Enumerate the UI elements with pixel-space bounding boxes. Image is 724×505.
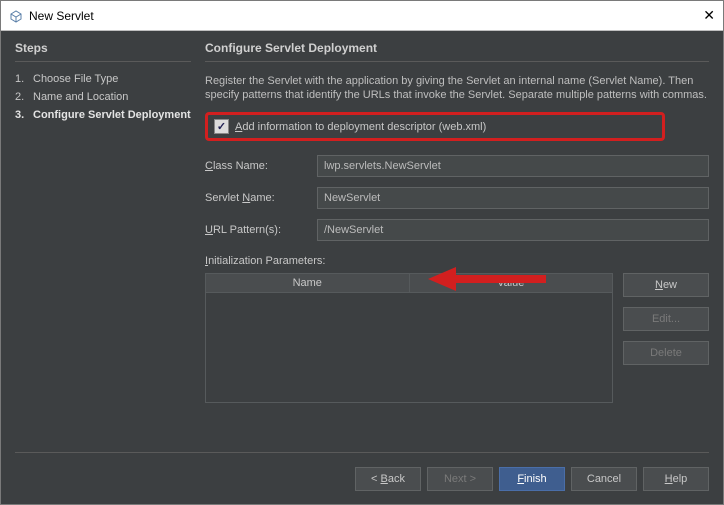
step-item: 1. Choose File Type (15, 72, 191, 86)
main-heading: Configure Servlet Deployment (205, 41, 709, 62)
step-item: 2. Name and Location (15, 90, 191, 104)
window-title: New Servlet (29, 9, 94, 23)
col-name: Name (206, 274, 410, 292)
servlet-name-input[interactable] (317, 187, 709, 209)
highlight-annotation: ✓ Add information to deployment descript… (205, 112, 665, 141)
init-params-table: Name Value (205, 273, 613, 403)
add-info-label: Add information to deployment descriptor… (235, 121, 486, 133)
class-name-row: Class Name: (205, 155, 709, 177)
init-params-row: Name Value New Edit... Delete (205, 273, 709, 403)
cancel-button[interactable]: Cancel (571, 467, 637, 491)
url-pattern-input[interactable] (317, 219, 709, 241)
class-name-label: Class Name: (205, 160, 317, 172)
servlet-name-label: Servlet Name: (205, 192, 317, 204)
table-body[interactable] (206, 293, 612, 402)
back-button[interactable]: < Back (355, 467, 421, 491)
url-pattern-label: URL Pattern(s): (205, 224, 317, 236)
titlebar: New Servlet ✕ (1, 1, 723, 31)
url-pattern-row: URL Pattern(s): (205, 219, 709, 241)
description-text: Register the Servlet with the applicatio… (205, 74, 709, 102)
finish-button[interactable]: Finish (499, 467, 565, 491)
step-item-current: 3. Configure Servlet Deployment (15, 108, 191, 122)
help-button[interactable]: Help (643, 467, 709, 491)
side-buttons: New Edit... Delete (623, 273, 709, 403)
class-name-input[interactable] (317, 155, 709, 177)
dialog-footer: < Back Next > Finish Cancel Help (15, 452, 709, 504)
delete-button[interactable]: Delete (623, 341, 709, 365)
main-panel: Configure Servlet Deployment Register th… (205, 41, 709, 452)
steps-heading: Steps (15, 41, 191, 62)
table-header: Name Value (206, 274, 612, 293)
close-icon[interactable]: ✕ (703, 7, 715, 24)
servlet-name-row: Servlet Name: (205, 187, 709, 209)
dialog-body: Steps 1. Choose File Type 2. Name and Lo… (1, 31, 723, 452)
next-button[interactable]: Next > (427, 467, 493, 491)
new-button[interactable]: New (623, 273, 709, 297)
steps-list: 1. Choose File Type 2. Name and Location… (15, 72, 191, 122)
app-icon (9, 9, 23, 23)
edit-button[interactable]: Edit... (623, 307, 709, 331)
steps-panel: Steps 1. Choose File Type 2. Name and Lo… (15, 41, 191, 452)
add-info-checkbox[interactable]: ✓ (214, 119, 229, 134)
init-params-label: Initialization Parameters: (205, 255, 709, 267)
col-value: Value (410, 274, 613, 292)
dialog-window: New Servlet ✕ Steps 1. Choose File Type … (0, 0, 724, 505)
